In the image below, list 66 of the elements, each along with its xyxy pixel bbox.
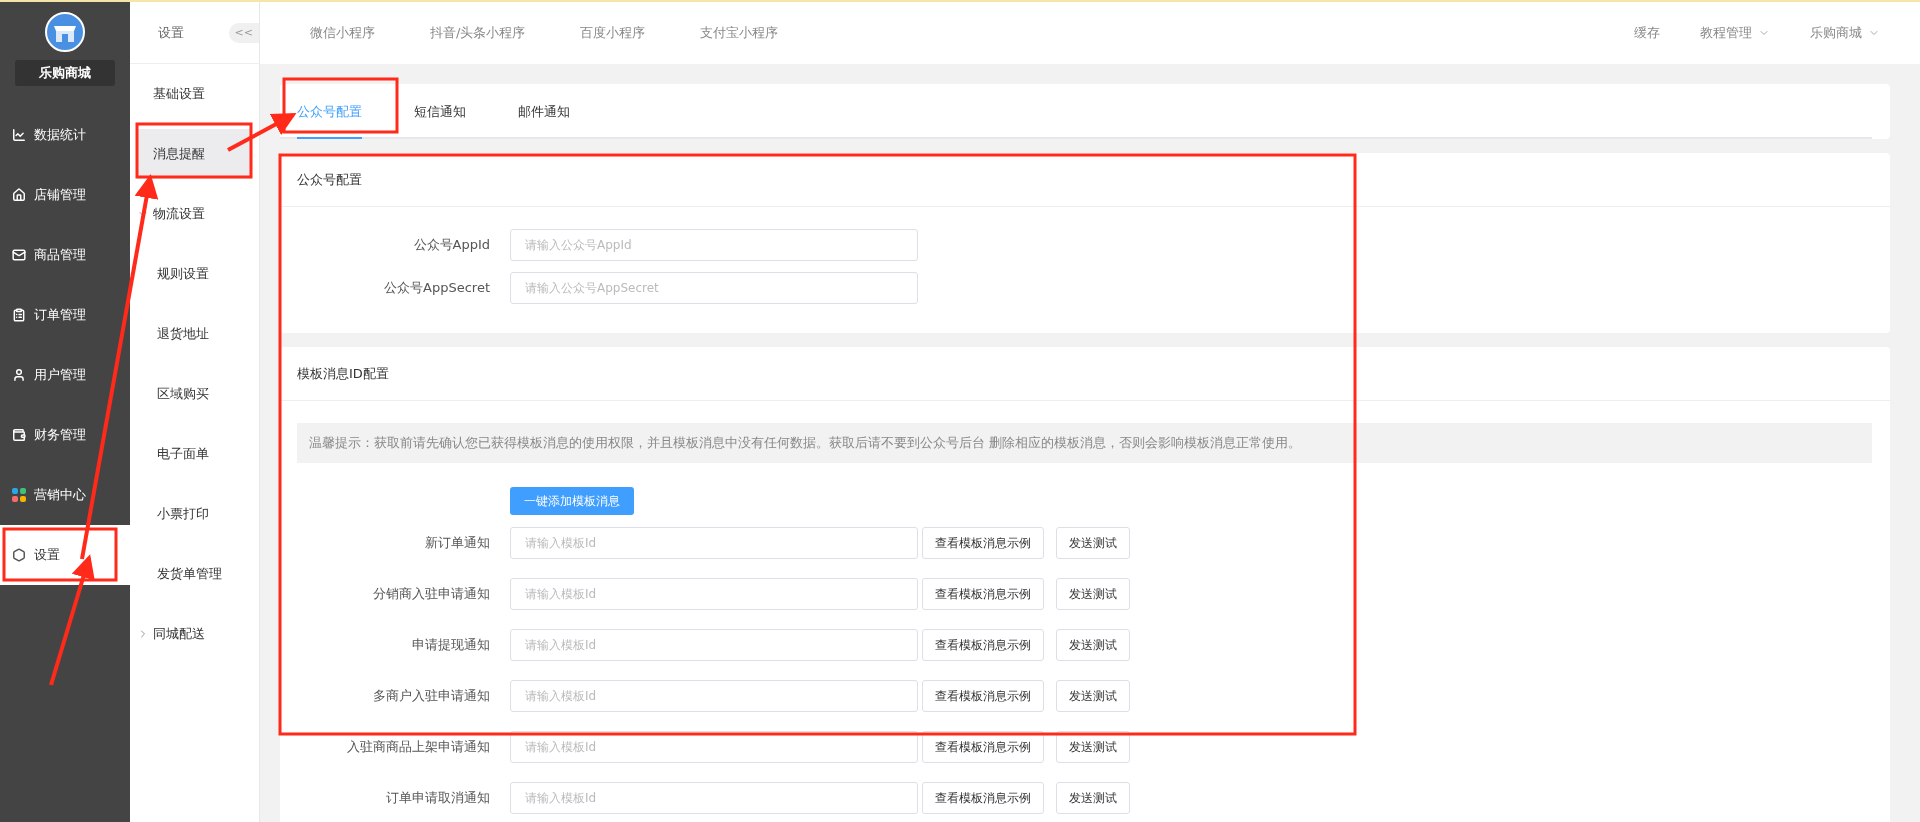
send-test-button[interactable]: 发送测试 [1056,680,1130,712]
input-field[interactable]: 请输入公众号AppSecret [510,272,918,304]
send-test-button[interactable]: 发送测试 [1056,782,1130,814]
subnav-item[interactable]: 同城配送 [137,609,251,659]
store-logo-icon [45,12,85,52]
input-field[interactable]: 请输入公众号AppId [510,229,918,261]
subnav-item[interactable]: 基础设置 [137,69,251,119]
sidebar-item[interactable]: 财务管理 [0,405,130,465]
dropdown-menu[interactable]: 乐购商城 [1810,24,1862,42]
field-label: 多商户入驻申请通知 [372,687,491,705]
subnav-item[interactable]: 发货单管理 [137,549,251,599]
sidebar-item[interactable]: 营销中心 [0,465,130,525]
settings-icon [12,548,26,562]
wallet-icon [12,428,26,442]
sidebar-item[interactable]: 商品管理 [0,225,130,285]
subnav-item[interactable]: 消息提醒 [137,129,251,179]
platform-tab[interactable]: 支付宝小程序 [700,24,779,42]
card-title: 模板消息ID配置 [280,347,1890,401]
annotation-arrow [227,113,297,152]
tab[interactable]: 邮件通知 [518,86,570,139]
example-button[interactable]: 查看模板消息示例 [922,527,1044,559]
field-label: 申请提现通知 [411,636,491,654]
example-button[interactable]: 查看模板消息示例 [922,578,1044,610]
chart-icon [12,128,26,142]
example-button[interactable]: 查看模板消息示例 [922,782,1044,814]
field-label: 入驻商商品上架申请通知 [346,738,491,756]
subnav-title: 设置 [158,23,184,42]
send-test-button[interactable]: 发送测试 [1056,578,1130,610]
subnav-item[interactable]: 退货地址 [137,309,251,359]
house-icon [12,188,26,202]
subnav-item[interactable]: 电子面单 [137,429,251,479]
sidebar-item[interactable]: 数据统计 [0,105,130,165]
example-button[interactable]: 查看模板消息示例 [922,629,1044,661]
input-field[interactable]: 请输入模板Id [510,782,918,814]
subnav-item[interactable]: 物流设置 [137,189,251,239]
field-label: 订单申请取消通知 [385,789,491,807]
cache-link[interactable]: 缓存 [1634,24,1660,42]
envelope-icon [12,248,26,262]
platform-tab[interactable]: 抖音/头条小程序 [430,24,526,42]
tip-banner: 温馨提示：获取前请先确认您已获得模板消息的使用权限，并且模板消息中没有任何数据。获取后请不要到公众号后台 删除相应的模板消息，否则会影响模板消息正常使用。 [297,423,1872,463]
card-title: 公众号配置 [280,153,1890,207]
sidebar-item[interactable]: 用户管理 [0,345,130,405]
user-icon [12,368,26,382]
input-field[interactable]: 请输入模板Id [510,578,918,610]
subnav-item[interactable]: 区域购买 [137,369,251,419]
input-field[interactable]: 请输入模板Id [510,680,918,712]
subnav-item[interactable]: 规则设置 [137,249,251,299]
platform-tab[interactable]: 微信小程序 [310,24,375,42]
sidebar-item[interactable]: 订单管理 [0,285,130,345]
send-test-button[interactable]: 发送测试 [1056,527,1130,559]
subnav-item[interactable]: 小票打印 [137,489,251,539]
field-label: 分销商入驻申请通知 [372,585,491,603]
clipboard-icon [12,308,26,322]
sidebar-item[interactable]: 店铺管理 [0,165,130,225]
input-field[interactable]: 请输入模板Id [510,527,918,559]
input-field[interactable]: 请输入模板Id [510,629,918,661]
store-name: 乐购商城 [15,60,115,86]
send-test-button[interactable]: 发送测试 [1056,629,1130,661]
example-button[interactable]: 查看模板消息示例 [922,680,1044,712]
field-label: 公众号AppSecret [383,279,491,297]
field-label: 新订单通知 [424,534,491,552]
platform-tab[interactable]: 百度小程序 [580,24,646,42]
pinwheel-icon [12,488,26,502]
field-label: 公众号AppId [412,236,491,254]
tab[interactable]: 短信通知 [414,86,466,139]
dropdown-menu[interactable]: 教程管理 [1700,24,1752,42]
